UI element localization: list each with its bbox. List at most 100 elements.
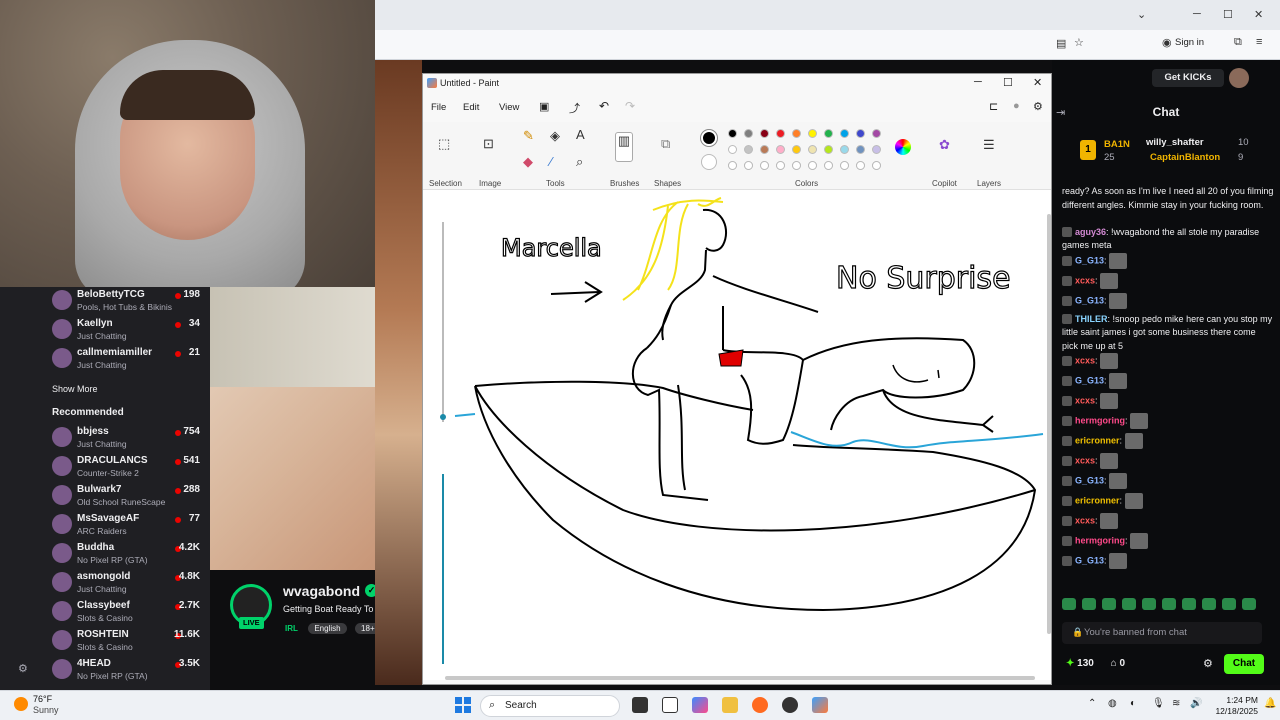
leader-name[interactable]: BA1N: [1104, 139, 1130, 150]
chat-username[interactable]: G_G13: [1075, 295, 1104, 305]
chat-username[interactable]: THILER: [1075, 314, 1108, 324]
chat-send-button[interactable]: Chat: [1224, 654, 1264, 674]
brush-icon[interactable]: ▥: [615, 132, 633, 162]
horizontal-scrollbar[interactable]: [445, 676, 1035, 680]
category-link[interactable]: IRL: [283, 623, 300, 634]
sign-in-button[interactable]: Sign in: [1175, 37, 1204, 48]
drawing-canvas[interactable]: Marcella No Surprise: [423, 190, 1051, 680]
weather-icon[interactable]: [14, 697, 28, 711]
fill-icon[interactable]: ◈: [550, 128, 560, 144]
leader-name[interactable]: CaptainBlanton: [1150, 152, 1220, 163]
chat-username[interactable]: G_G13: [1075, 555, 1104, 565]
clock-date[interactable]: 12/18/2025: [1206, 706, 1258, 716]
redo-icon[interactable]: ↷: [625, 99, 635, 113]
sidebar-channel[interactable]: Kaellyn Just Chatting 34: [0, 316, 210, 345]
chat-username[interactable]: G_G13: [1075, 475, 1104, 485]
custom-color-slot[interactable]: [824, 161, 833, 170]
leader-name[interactable]: willy_shafter: [1146, 137, 1204, 148]
user-avatar[interactable]: [1229, 68, 1249, 88]
undo-icon[interactable]: ↶: [599, 99, 609, 113]
sidebar-channel[interactable]: Classybeef Slots & Casino 2.7K: [0, 598, 210, 627]
settings-icon[interactable]: ⚙: [1033, 100, 1043, 113]
clock-time[interactable]: 1:24 PM: [1218, 695, 1258, 705]
gift-icon[interactable]: ⌂: [1111, 658, 1117, 669]
chat-username[interactable]: G_G13: [1075, 255, 1104, 265]
color-swatch[interactable]: [872, 145, 881, 154]
obs-icon[interactable]: [782, 697, 798, 713]
primary-color[interactable]: [701, 130, 717, 146]
maximize-icon[interactable]: ☐: [1003, 76, 1013, 89]
edit-colors-icon[interactable]: [895, 139, 911, 155]
sidebar-channel[interactable]: Bulwark7 Old School RuneScape 288: [0, 482, 210, 511]
chat-username[interactable]: ericronner: [1075, 435, 1120, 445]
custom-color-slot[interactable]: [792, 161, 801, 170]
color-swatch[interactable]: [776, 145, 785, 154]
tag[interactable]: English: [308, 623, 347, 634]
color-picker-icon[interactable]: ⁄: [550, 154, 552, 169]
chat-username[interactable]: xcxs: [1075, 275, 1095, 285]
notepad-icon[interactable]: [662, 697, 678, 713]
share-icon[interactable]: ⤴: [569, 100, 580, 116]
color-swatch[interactable]: [872, 129, 881, 138]
wifi-icon[interactable]: ≋: [1172, 698, 1180, 709]
custom-color-slot[interactable]: [760, 161, 769, 170]
network-app-icon[interactable]: ◍: [1108, 698, 1117, 709]
tray-chevron-icon[interactable]: ⌃: [1088, 698, 1096, 709]
custom-color-slot[interactable]: [808, 161, 817, 170]
brush-size-slider[interactable]: [438, 214, 448, 664]
close-icon[interactable]: ✕: [1033, 76, 1042, 89]
shapes-icon[interactable]: ⧉: [661, 136, 670, 152]
color-swatch[interactable]: [760, 129, 769, 138]
minimize-icon[interactable]: ─: [1193, 8, 1201, 20]
file-explorer-icon[interactable]: [722, 697, 738, 713]
chat-username[interactable]: hermgoring: [1075, 415, 1125, 425]
vertical-scrollbar[interactable]: [1047, 214, 1051, 634]
task-view-icon[interactable]: [632, 697, 648, 713]
taskbar-search[interactable]: ⌕ Search: [480, 695, 620, 717]
minimize-icon[interactable]: ─: [974, 76, 982, 88]
menu-view[interactable]: View: [499, 102, 519, 113]
custom-color-slot[interactable]: [856, 161, 865, 170]
microphone-icon[interactable]: 🎙: [1152, 698, 1165, 709]
favorite-star-icon[interactable]: ☆: [1074, 36, 1084, 49]
eraser-icon[interactable]: ◆: [523, 154, 533, 170]
volume-icon[interactable]: 🔊: [1190, 698, 1202, 709]
color-swatch[interactable]: [824, 129, 833, 138]
chat-username[interactable]: xcxs: [1075, 515, 1095, 525]
chat-username[interactable]: xcxs: [1075, 355, 1095, 365]
color-swatch[interactable]: [824, 145, 833, 154]
sidebar-channel[interactable]: BeloBettyTCG Pools, Hot Tubs & Bikinis 198: [0, 287, 210, 316]
tray-app-icon[interactable]: ◐: [1130, 698, 1136, 709]
magnifier-icon[interactable]: ⌕: [576, 154, 583, 170]
color-swatch[interactable]: [728, 129, 737, 138]
custom-color-slot[interactable]: [744, 161, 753, 170]
color-swatch[interactable]: [792, 145, 801, 154]
menu-icon[interactable]: ≡: [1256, 36, 1262, 48]
chat-username[interactable]: xcxs: [1075, 395, 1095, 405]
chat-username[interactable]: xcxs: [1075, 455, 1095, 465]
color-swatch[interactable]: [744, 129, 753, 138]
sidebar-channel[interactable]: DRACULANCS Counter-Strike 2 541: [0, 453, 210, 482]
sidebar-channel[interactable]: ROSHTEIN Slots & Casino 11.6K: [0, 627, 210, 656]
color-swatch[interactable]: [776, 129, 785, 138]
color-swatch[interactable]: [792, 129, 801, 138]
custom-color-slot[interactable]: [840, 161, 849, 170]
color-swatch[interactable]: [744, 145, 753, 154]
firefox-icon[interactable]: [752, 697, 768, 713]
close-icon[interactable]: ✕: [1254, 8, 1263, 21]
chat-username[interactable]: aguy36: [1075, 227, 1106, 237]
sidebar-channel[interactable]: callmemiamiller Just Chatting 21: [0, 345, 210, 374]
streamer-name[interactable]: wvagabond: [283, 583, 360, 599]
color-swatch[interactable]: [840, 129, 849, 138]
sidebar-channel[interactable]: asmongold Just Chatting 4.8K: [0, 569, 210, 598]
layers-icon[interactable]: ☰: [983, 137, 995, 153]
chat-username[interactable]: hermgoring: [1075, 535, 1125, 545]
custom-color-slot[interactable]: [776, 161, 785, 170]
get-kicks-button[interactable]: Get KICKs: [1152, 69, 1224, 87]
selection-icon[interactable]: ⬚: [438, 136, 450, 152]
chat-username[interactable]: ericronner: [1075, 495, 1120, 505]
tab-list-chevron-icon[interactable]: ⌄: [1137, 8, 1146, 21]
secondary-color[interactable]: [701, 154, 717, 170]
color-swatch[interactable]: [840, 145, 849, 154]
notifications-icon[interactable]: 🔔: [1264, 698, 1276, 709]
